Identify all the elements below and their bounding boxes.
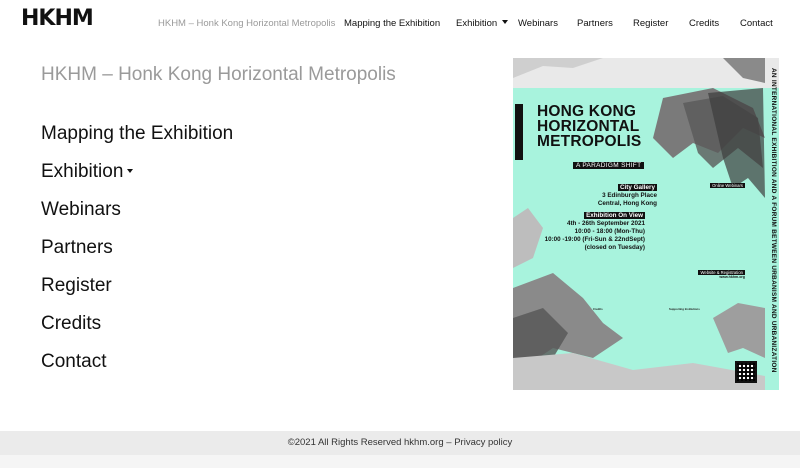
menu-item-webinars[interactable]: Webinars	[41, 199, 121, 221]
nav-item-exhibition[interactable]: Exhibition	[456, 18, 509, 29]
poster-vertical-text: AN INTERNATIONAL EXHIBITION AND A FORUM …	[767, 68, 777, 380]
menu-item-mapping-the-exhibition[interactable]: Mapping the Exhibition	[41, 123, 233, 145]
poster-title: HONG KONG HORIZONTAL METROPOLIS	[537, 103, 642, 150]
poster-supporting-institutions: Supporting Institutions	[669, 307, 749, 311]
qr-code-icon	[735, 361, 757, 383]
poster-venue-line: Central, Hong Kong	[597, 200, 657, 207]
poster-website-label: Website & Registration	[698, 269, 745, 275]
page-title[interactable]: HKHM – Honk Kong Horizontal Metropolis	[41, 65, 401, 84]
nav-item-partners[interactable]: Partners	[577, 18, 613, 29]
chevron-down-icon	[502, 20, 509, 24]
poster-date-line: 4th - 26th September 2021	[566, 220, 645, 227]
nav-item-webinars[interactable]: Webinars	[518, 18, 558, 29]
poster-date-line: (closed on Tuesday)	[584, 244, 645, 251]
poster-credits-label: Credits	[593, 307, 603, 311]
nav-item-register[interactable]: Register	[633, 18, 668, 29]
poster-date-line: 10:00 - 18:00 (Mon-Thu)	[574, 228, 645, 235]
poster-exhibition-label: Exhibition On View	[584, 212, 645, 219]
poster-support-label: Supporting Institutions	[669, 307, 700, 311]
menu-item-register[interactable]: Register	[41, 275, 112, 297]
top-navigation: HKHM – Honk Kong Horizontal Metropolis M…	[0, 18, 800, 32]
main-menu: HKHM – Honk Kong Horizontal Metropolis M…	[41, 65, 401, 372]
poster-title-line: HORIZONTAL	[537, 118, 640, 135]
footer-text: ©2021 All Rights Reserved hkhm.org – Pri…	[0, 437, 800, 448]
menu-item-exhibition[interactable]: Exhibition	[41, 161, 134, 183]
menu-item-exhibition-label: Exhibition	[41, 161, 124, 182]
menu-item-credits[interactable]: Credits	[41, 313, 101, 335]
exhibition-poster: HONG KONG HORIZONTAL METROPOLIS A PARADI…	[513, 58, 779, 390]
poster-title-line: HONG KONG	[537, 103, 637, 120]
poster-webinars: Online Webinars Website & Registration w…	[669, 183, 745, 280]
poster-title-line: METROPOLIS	[537, 133, 642, 150]
nav-item-credits[interactable]: Credits	[689, 18, 719, 29]
privacy-policy-link[interactable]: Privacy policy	[454, 437, 512, 448]
footer: ©2021 All Rights Reserved hkhm.org – Pri…	[0, 431, 800, 455]
poster-venue: City Gallery 3 Edinburgh Place Central, …	[598, 184, 657, 208]
nav-item-contact[interactable]: Contact	[740, 18, 773, 29]
poster-vertical-text-label: AN INTERNATIONAL EXHIBITION AND A FORUM …	[770, 68, 777, 373]
poster-date-line: 10:00 -19:00 (Fri-Sun & 22ndSept)	[544, 236, 645, 243]
poster-subtitle: A PARADIGM SHIFT	[573, 162, 645, 169]
nav-item-mapping-the-exhibition[interactable]: Mapping the Exhibition	[344, 18, 440, 29]
menu-item-partners[interactable]: Partners	[41, 237, 113, 259]
poster-venue-label: City Gallery	[618, 184, 657, 191]
chevron-down-icon	[127, 169, 134, 173]
menu-item-contact[interactable]: Contact	[41, 351, 106, 373]
poster-title-bar	[515, 104, 523, 160]
nav-item-exhibition-label: Exhibition	[456, 18, 498, 29]
poster-venue-line: 3 Edinburgh Place	[602, 192, 657, 199]
poster-dates: Exhibition On View 4th - 26th September …	[545, 212, 645, 252]
poster-webinars-label: Online Webinars	[710, 183, 745, 188]
poster-website: www.hkhm.org	[719, 275, 745, 280]
footer-bottom-strip	[0, 455, 800, 468]
copyright-text: ©2021 All Rights Reserved hkhm.org –	[287, 437, 455, 448]
nav-item-home[interactable]: HKHM – Honk Kong Horizontal Metropolis	[158, 18, 335, 29]
